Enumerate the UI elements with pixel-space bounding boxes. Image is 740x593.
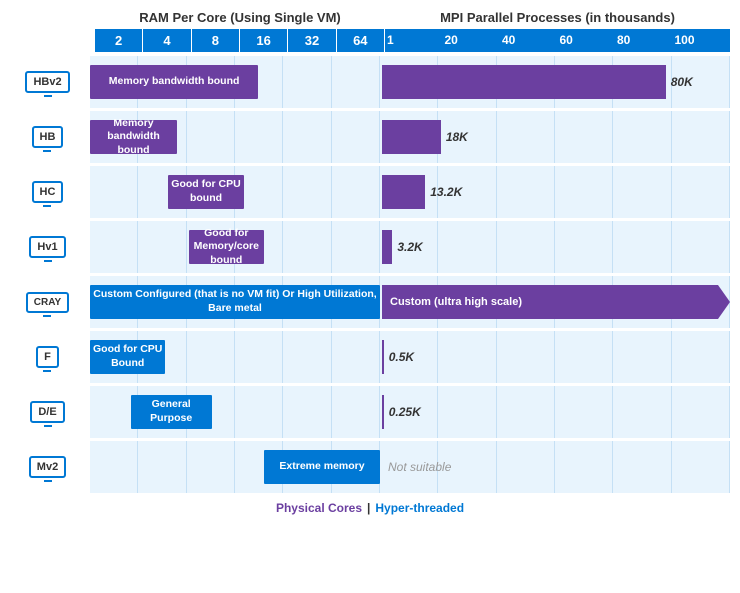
vm-label-HC: HC: [10, 181, 90, 203]
mpi-area: Not suitable: [380, 441, 730, 493]
ram-col-2: 2: [95, 29, 143, 52]
vm-label-HB: HB: [10, 126, 90, 148]
ram-bar: Good for Memory/core bound: [189, 230, 264, 264]
mpi-value-label: 18K: [446, 130, 468, 144]
ram-area: Custom Configured (that is no VM fit) Or…: [90, 276, 380, 328]
mpi-tick-20: 20: [443, 29, 501, 52]
mpi-tick-40: 40: [500, 29, 558, 52]
vm-badge: HBv2: [25, 71, 69, 93]
ram-col-16: 16: [240, 29, 288, 52]
footer-hyper: Hyper-threaded: [375, 501, 464, 515]
ram-col-32: 32: [288, 29, 336, 52]
left-title: RAM Per Core (Using Single VM): [95, 10, 385, 25]
table-row: CRAY Custom Configured (that is no VM fit…: [10, 276, 730, 328]
mpi-tick-60: 60: [558, 29, 616, 52]
footer: Physical Cores | Hyper-threaded: [10, 501, 730, 515]
mpi-tick-1: 1: [385, 29, 443, 52]
ram-area: Good for CPU Bound: [90, 331, 380, 383]
mpi-arrow-label: Custom (ultra high scale): [390, 296, 522, 308]
vm-badge: D/E: [30, 401, 64, 423]
mpi-bar-data: 18K: [382, 120, 728, 154]
vm-badge: CRAY: [26, 292, 69, 313]
mpi-area: 13.2K: [380, 166, 730, 218]
table-row: HB Memory bandwidth bound 18K: [10, 111, 730, 163]
ram-area: Memory bandwidth bound: [90, 111, 380, 163]
table-row: HC Good for CPU bound 13.2K: [10, 166, 730, 218]
mpi-area: 18K: [380, 111, 730, 163]
mpi-area: 0.5K: [380, 331, 730, 383]
ram-bar: Good for CPU Bound: [90, 340, 165, 374]
table-row: Hv1 Good for Memory/core bound 3.2K: [10, 221, 730, 273]
mpi-bar-data: 0.25K: [382, 395, 728, 429]
mpi-bar-data: 13.2K: [382, 175, 728, 209]
vm-label-Mv2: Mv2: [10, 456, 90, 478]
ram-bar: General Purpose: [131, 395, 212, 429]
mpi-area: 80K: [380, 56, 730, 108]
vm-badge: Mv2: [29, 456, 66, 478]
table-row: HBv2 Memory bandwidth bound 80K: [10, 56, 730, 108]
main-container: RAM Per Core (Using Single VM) MPI Paral…: [0, 0, 740, 520]
mpi-value-label: 80K: [671, 75, 693, 89]
mpi-tick-100: 100: [673, 29, 731, 52]
ram-area: Good for Memory/core bound: [90, 221, 380, 273]
mpi-value-label: 3.2K: [397, 240, 422, 254]
mpi-header: 120406080100: [385, 29, 730, 52]
vm-badge: HB: [32, 126, 64, 148]
ram-header: 248163264: [95, 29, 385, 52]
vm-label-F: F: [10, 346, 90, 368]
titles-row: RAM Per Core (Using Single VM) MPI Paral…: [10, 10, 730, 25]
ram-bar: Extreme memory: [264, 450, 380, 484]
ram-area: General Purpose: [90, 386, 380, 438]
mpi-bar-data: 0.5K: [382, 340, 728, 374]
header-row: 248163264 120406080100: [10, 29, 730, 52]
ram-col-8: 8: [192, 29, 240, 52]
mpi-area: Custom (ultra high scale): [380, 276, 730, 328]
footer-physical: Physical Cores: [276, 501, 362, 515]
vm-badge: F: [36, 346, 59, 368]
vm-label-Hv1: Hv1: [10, 236, 90, 258]
ram-bar: Custom Configured (that is no VM fit) Or…: [90, 285, 380, 319]
ram-bar: Memory bandwidth bound: [90, 120, 177, 154]
footer-divider: |: [367, 501, 370, 515]
mpi-value-label: 0.25K: [389, 405, 421, 419]
mpi-bar-data: 80K: [382, 65, 728, 99]
vm-label-HBv2: HBv2: [10, 71, 90, 93]
table-row: Mv2 Extreme memoryNot suitable: [10, 441, 730, 493]
ram-area: Memory bandwidth bound: [90, 56, 380, 108]
mpi-bar-data: 3.2K: [382, 230, 728, 264]
right-title: MPI Parallel Processes (in thousands): [385, 10, 730, 25]
ram-col-64: 64: [337, 29, 385, 52]
mpi-area: 0.25K: [380, 386, 730, 438]
mpi-value-label: 13.2K: [430, 185, 462, 199]
ram-col-4: 4: [143, 29, 191, 52]
mpi-value-label: 0.5K: [389, 350, 414, 364]
mpi-area: 3.2K: [380, 221, 730, 273]
ram-bar: Memory bandwidth bound: [90, 65, 258, 99]
ram-bar: Good for CPU bound: [168, 175, 243, 209]
mpi-arrow-data: Custom (ultra high scale): [382, 285, 730, 319]
table-row: F Good for CPU Bound 0.5K: [10, 331, 730, 383]
vm-label-CRAY: CRAY: [10, 292, 90, 313]
vm-badge: HC: [32, 181, 64, 203]
mpi-tick-80: 80: [615, 29, 673, 52]
ram-area: Good for CPU bound: [90, 166, 380, 218]
not-suitable-label: Not suitable: [388, 450, 451, 484]
vm-badge: Hv1: [29, 236, 65, 258]
vm-label-D/E: D/E: [10, 401, 90, 423]
ram-area: Extreme memory: [90, 441, 380, 493]
data-area: HBv2 Memory bandwidth bound 80K HB Memory ba…: [10, 56, 730, 493]
table-row: D/E General Purpose 0.25K: [10, 386, 730, 438]
